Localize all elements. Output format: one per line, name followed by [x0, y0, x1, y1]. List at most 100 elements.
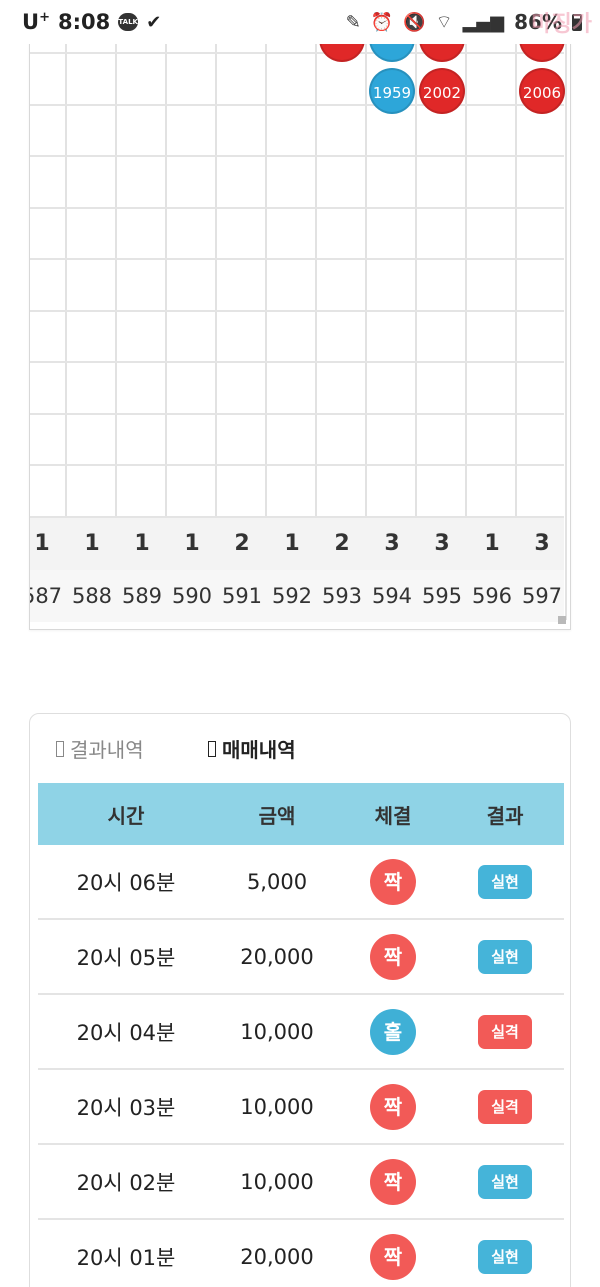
count-cell: 2	[334, 531, 350, 556]
round-index-cell: 589	[121, 584, 163, 608]
round-index-cell: 592	[271, 584, 313, 608]
table-row: 20시 02분 10,000 짝 실현	[38, 1145, 564, 1220]
table-header: 시간 금액 체결 결과	[38, 783, 564, 845]
notification-icon: ✔	[146, 11, 162, 33]
header-time: 시간	[107, 803, 145, 828]
tab-results[interactable]: 결과내역	[56, 734, 144, 763]
tab-trades[interactable]: 매매내역	[208, 734, 296, 763]
trade-fill: 홀	[340, 1008, 446, 1055]
trade-result: 실현	[446, 1164, 564, 1199]
trade-result: 실현	[446, 1239, 564, 1274]
grid-row-line	[30, 464, 564, 466]
fill-ball: 짝	[370, 1233, 416, 1280]
table-row: 20시 01분 20,000 짝 실현	[38, 1220, 564, 1287]
trade-result: 실현	[446, 939, 564, 974]
count-cell: 3	[534, 531, 550, 556]
trade-table: 시간 금액 체결 결과 20시 06분 5,000 짝 실현 20시 05분 20,000…	[38, 783, 564, 1287]
trade-fill: 짝	[340, 858, 446, 905]
fill-ball: 짝	[370, 858, 416, 905]
result-badge: 실현	[478, 1239, 532, 1274]
round-index-cell: 593	[321, 584, 363, 608]
round-index-cell: 594	[371, 584, 413, 608]
result-badge: 실격	[478, 1014, 532, 1049]
round-index-cell: 591	[221, 584, 263, 608]
wifi-icon: ⌔	[435, 11, 453, 33]
tab-results-icon	[56, 740, 64, 757]
trade-amount: 10,000	[240, 1094, 314, 1119]
grid-row-line	[30, 206, 564, 209]
trade-time: 20시 01분	[76, 1245, 176, 1270]
trade-amount: 10,000	[240, 1019, 314, 1044]
trade-amount: 20,000	[240, 1244, 314, 1269]
grid-row-line	[30, 412, 564, 415]
fill-ball: 짝	[370, 1083, 416, 1130]
fill-ball: 홀	[370, 1008, 416, 1055]
count-cell: 1	[134, 531, 150, 556]
trade-fill: 짝	[340, 1083, 446, 1130]
watermark-logo: 마징가	[531, 12, 592, 37]
count-cell: 1	[284, 531, 300, 556]
fill-ball: 짝	[370, 933, 416, 980]
count-cell: 1	[184, 531, 200, 556]
trade-time: 20시 05분	[76, 945, 176, 970]
trade-fill: 짝	[340, 1158, 446, 1205]
round-index-row: 587 588 589 590 591 592 593 594 595 596 597	[30, 570, 564, 622]
header-fill: 체결	[374, 803, 412, 828]
trade-amount: 5,000	[246, 869, 308, 894]
count-row: 1 1 1 1 2 1 2 3 3 1 3	[30, 518, 564, 570]
round-index-cell: 588	[71, 584, 113, 608]
history-card: 결과내역 매매내역 시간 금액 체결 결과 20시 06분 5,000 짝 실현 20시…	[29, 713, 571, 1287]
trade-fill: 짝	[340, 933, 446, 980]
result-badge: 실격	[478, 1089, 532, 1124]
grid-row-line	[30, 52, 564, 54]
table-body: 20시 06분 5,000 짝 실현 20시 05분 20,000 짝 실현 20시 04분 10…	[38, 845, 564, 1287]
trade-amount: 10,000	[240, 1169, 314, 1194]
trade-time: 20시 02분	[76, 1170, 176, 1195]
tab-results-label: 결과내역	[70, 738, 144, 762]
tab-trades-label: 매매내역	[222, 738, 296, 762]
trade-time: 20시 06분	[76, 870, 176, 895]
trade-fill: 짝	[340, 1233, 446, 1280]
trade-time: 20시 04분	[76, 1020, 176, 1045]
count-cell: 3	[384, 531, 400, 556]
round-index-cell: 597	[521, 584, 563, 608]
table-row: 20시 05분 20,000 짝 실현	[38, 920, 564, 995]
grid-row-line	[30, 309, 564, 312]
tab-trades-icon	[208, 740, 216, 757]
pattern-ball: 1959	[369, 67, 415, 114]
table-row: 20시 03분 10,000 짝 실격	[38, 1070, 564, 1145]
pencil-icon: ✎	[345, 11, 361, 33]
mute-icon: 🔇	[403, 11, 426, 33]
grid-row-line	[30, 258, 564, 260]
pattern-ball: 2002	[419, 67, 465, 114]
table-row: 20시 04분 10,000 홀 실격	[38, 995, 564, 1070]
history-tabs: 결과내역 매매내역	[30, 714, 572, 778]
count-cell: 1	[84, 531, 100, 556]
pattern-grid-card[interactable]: 19592002 2006 1 1 1 1 2 1 2 3 3 1 3 587 588 589 590 591…	[29, 30, 571, 630]
kakaotalk-icon: TALK	[118, 13, 139, 31]
trade-result: 실격	[446, 1014, 564, 1049]
grid-row-line	[30, 155, 564, 157]
round-index-cell: 595	[421, 584, 463, 608]
trade-result: 실격	[446, 1089, 564, 1124]
trade-time: 20시 03분	[76, 1095, 176, 1120]
status-time: 8:08	[57, 10, 111, 34]
count-cell: 2	[234, 531, 250, 556]
resize-handle[interactable]	[558, 616, 566, 624]
trade-amount: 20,000	[240, 944, 314, 969]
status-bar: U+ 8:08 TALK ✔ ✎ ⏰ 🔇 ⌔ ▂▄▆ 86% 마징가	[0, 0, 600, 44]
signal-icon: ▂▄▆	[462, 11, 505, 33]
alarm-icon: ⏰	[370, 11, 394, 33]
round-index-cell: 587	[30, 584, 63, 608]
count-cell: 1	[484, 531, 500, 556]
carrier-label: U+	[22, 10, 50, 34]
table-row: 20시 06분 5,000 짝 실현	[38, 845, 564, 920]
header-amount: 금액	[258, 803, 296, 828]
result-badge: 실현	[478, 1164, 532, 1199]
result-badge: 실현	[478, 939, 532, 974]
count-cell: 3	[434, 531, 450, 556]
status-left: U+ 8:08 TALK ✔	[22, 10, 161, 34]
fill-ball: 짝	[370, 1158, 416, 1205]
round-index-cell: 596	[471, 584, 513, 608]
header-result: 결과	[486, 803, 524, 828]
